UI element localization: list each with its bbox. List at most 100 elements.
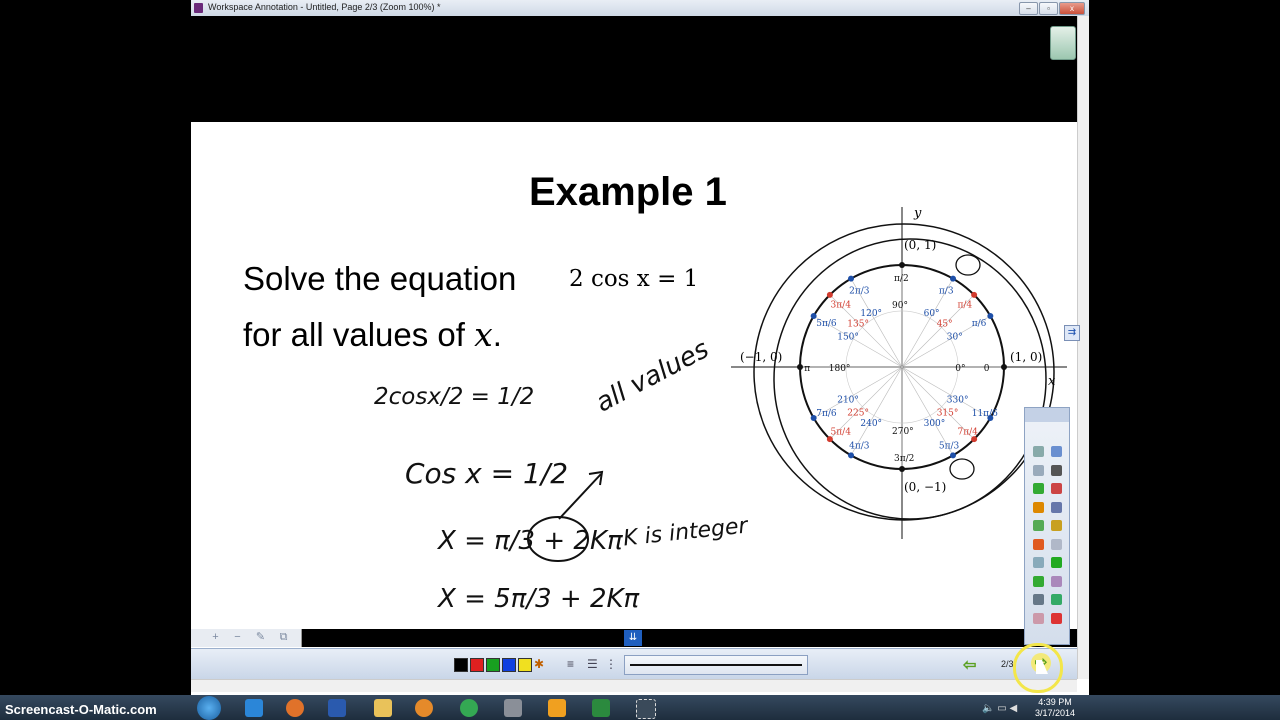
copy-page-icon[interactable]: ⧉: [277, 632, 290, 643]
line-width-icon[interactable]: ≡: [567, 657, 574, 671]
slide-canvas[interactable]: Example 1 Solve the equation 2 cos x = 1…: [191, 122, 1077, 629]
degree-label-135: 135°: [847, 319, 869, 329]
clock-date: 3/17/2014: [1034, 708, 1076, 718]
toolbox-tool-icon[interactable]: [1051, 501, 1062, 513]
point-45: [971, 291, 978, 298]
clock[interactable]: 4:39 PM 3/17/2014: [1032, 697, 1078, 719]
color-green-swatch[interactable]: [486, 658, 500, 672]
explorer-taskbar-button[interactable]: [366, 697, 400, 719]
outlook-icon: [548, 699, 566, 717]
toolbox-tool-icon[interactable]: [1051, 520, 1062, 531]
minimize-button[interactable]: –: [1019, 2, 1038, 15]
vertical-scrollbar[interactable]: [1077, 16, 1089, 679]
toolbox-tool-icon[interactable]: [1051, 575, 1062, 587]
point-135: [826, 291, 833, 298]
start-button[interactable]: [197, 696, 221, 720]
x-axis-label: x: [1048, 374, 1056, 389]
maximize-button[interactable]: ▫: [1039, 2, 1058, 15]
ie-taskbar-button[interactable]: [237, 697, 271, 719]
toolbox-header[interactable]: [1025, 408, 1069, 422]
degree-label-150: 150°: [837, 332, 859, 342]
radian-label-45: π/4: [957, 301, 972, 311]
toolbox-tool-icon[interactable]: [1033, 612, 1044, 624]
label-left-point: (−1, 0): [740, 350, 782, 364]
radian-label-135: 3π/4: [831, 301, 852, 311]
drawing-toolbar: ✱ ≡ ☰ ⋮ ⇦ 2/3 ⇨: [191, 648, 1077, 679]
media-player-icon: [415, 699, 433, 717]
word-icon: [328, 699, 346, 717]
toolbox-tool-icon[interactable]: [1033, 446, 1044, 457]
toolbox-tool-icon[interactable]: [1051, 446, 1062, 457]
expand-panel-icon[interactable]: ⇉: [1064, 325, 1080, 341]
color-yellow-swatch[interactable]: [518, 658, 532, 672]
color-blue-swatch[interactable]: [502, 658, 516, 672]
outlook-taskbar-button[interactable]: [540, 697, 574, 719]
toolbox-tool-icon[interactable]: [1051, 594, 1062, 605]
app-icon: [194, 3, 203, 13]
arrow-line: [558, 473, 602, 520]
chrome-taskbar-button[interactable]: [452, 697, 486, 719]
circle-pi-over-3: [955, 254, 981, 276]
circle-2kpi: [527, 516, 589, 562]
tools-taskbar-button[interactable]: [496, 697, 530, 719]
pen-line-sample: [630, 664, 802, 666]
toolbox-tool-icon[interactable]: [1033, 464, 1044, 476]
horizontal-scrollbar[interactable]: [191, 679, 1077, 692]
add-page-icon[interactable]: +: [209, 632, 222, 643]
system-tray-icons[interactable]: 🔈 ▭ ◀: [982, 703, 1017, 714]
color-black-swatch[interactable]: [454, 658, 468, 672]
point-240: [848, 452, 854, 459]
degree-label-210: 210°: [837, 396, 859, 406]
radian-label-180: π: [804, 364, 810, 374]
previous-page-icon[interactable]: ⇦: [963, 655, 976, 675]
word-taskbar-button[interactable]: [320, 697, 354, 719]
point-270: [899, 466, 905, 472]
snipping-icon: [636, 699, 656, 719]
tools-icon: [504, 699, 522, 717]
ie-icon: [245, 699, 263, 717]
folder-icon: [374, 699, 392, 717]
close-button[interactable]: x: [1059, 2, 1085, 15]
unit-circle-group: x y 90° π/2 60° π/3 45° π/4 30° π/6 0° 0 120° 2π/3 135…: [731, 206, 1067, 539]
firefox-taskbar-button[interactable]: [278, 697, 312, 719]
point-0: [1001, 364, 1007, 370]
color-red-swatch[interactable]: [470, 658, 484, 672]
point-90: [899, 262, 905, 268]
page-down-icon[interactable]: ⇊: [624, 630, 642, 646]
toolbox-tool-icon[interactable]: [1033, 594, 1044, 605]
radian-label-150: 5π/6: [816, 319, 837, 329]
degree-label-120: 120°: [860, 309, 882, 319]
toolbox-tool-icon[interactable]: [1033, 520, 1044, 531]
line-style-icon[interactable]: ☰: [587, 657, 598, 671]
toolbox-tool-icon[interactable]: [1051, 464, 1062, 476]
excel-icon: [592, 699, 610, 717]
degree-label-300: 300°: [924, 419, 946, 429]
media-taskbar-button[interactable]: [407, 697, 441, 719]
title-bar: Workspace Annotation - Untitled, Page 2/…: [191, 0, 1089, 17]
radian-label-240: 4π/3: [849, 442, 870, 452]
toolbox-tool-icon[interactable]: [1033, 575, 1044, 587]
palette-icon[interactable]: ✱: [534, 657, 544, 671]
recycle-bin-icon[interactable]: [1050, 26, 1076, 60]
remove-page-icon[interactable]: −: [231, 632, 244, 643]
degree-label-45: 45°: [937, 319, 953, 329]
dash-style-icon[interactable]: ⋮: [605, 657, 617, 671]
snip-taskbar-button[interactable]: [628, 697, 662, 719]
toolbox-tool-icon[interactable]: [1051, 538, 1062, 550]
outer-loop-2: [773, 238, 1047, 520]
pen-style-preview[interactable]: [624, 655, 808, 675]
toolbox-tool-icon[interactable]: [1033, 538, 1044, 550]
toolbox-tool-icon[interactable]: [1033, 501, 1044, 513]
radian-label-270: 3π/2: [894, 454, 914, 464]
toolbox-tool-icon[interactable]: [1051, 612, 1062, 624]
edit-page-icon[interactable]: ✎: [254, 632, 267, 643]
window-title: Workspace Annotation - Untitled, Page 2/…: [208, 2, 441, 12]
toolbox-tool-icon[interactable]: [1051, 557, 1062, 568]
toolbox-tool-icon[interactable]: [1033, 483, 1044, 494]
toolbox-tool-icon[interactable]: [1051, 483, 1062, 494]
toolbox-tool-icon[interactable]: [1033, 557, 1044, 568]
label-top-point: (0, 1): [904, 238, 936, 252]
radian-label-330: 11π/6: [972, 409, 998, 419]
degree-label-90: 90°: [892, 301, 908, 311]
excel-taskbar-button[interactable]: [584, 697, 618, 719]
